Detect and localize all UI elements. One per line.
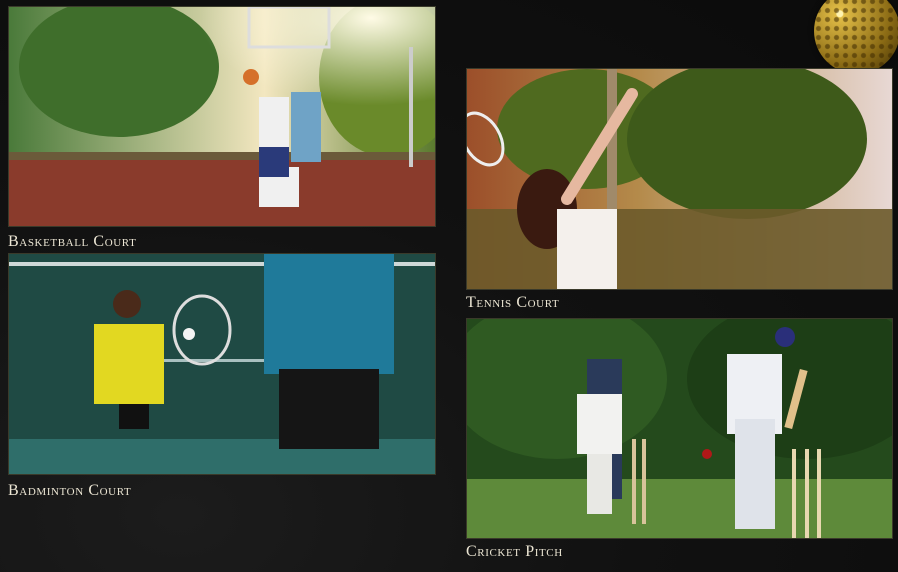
basketball-court-label: Basketball Court bbox=[8, 233, 137, 250]
badminton-court-label: Badminton Court bbox=[8, 482, 132, 499]
cricket-pitch-image[interactable] bbox=[466, 318, 893, 539]
golf-ball-icon bbox=[814, 0, 898, 74]
tennis-court-image[interactable] bbox=[466, 68, 893, 290]
badminton-court-image[interactable] bbox=[8, 253, 436, 475]
cricket-pitch-label: Cricket Pitch bbox=[466, 543, 563, 560]
basketball-court-image[interactable] bbox=[8, 6, 436, 227]
tennis-court-label: Tennis Court bbox=[466, 294, 560, 311]
